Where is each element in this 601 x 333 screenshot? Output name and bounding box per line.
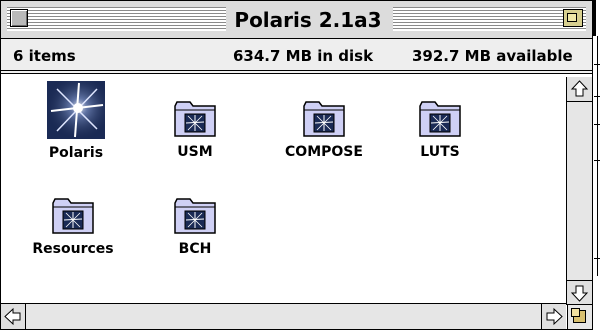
icon-label: LUTS	[420, 144, 460, 160]
title-bar[interactable]: Polaris 2.1a3	[1, 1, 592, 39]
folder-icon	[51, 195, 95, 239]
icon-label: Polaris	[48, 145, 104, 161]
close-box-button[interactable]	[10, 9, 28, 27]
polaris-app-icon	[47, 81, 105, 143]
background-window-border	[597, 36, 598, 276]
scroll-down-button[interactable]	[567, 280, 592, 305]
background-window-edge	[593, 0, 601, 332]
item-count: 6 items	[13, 47, 76, 65]
icon-view: Polaris USM COMPOSE LUTS Resources BCH	[1, 77, 566, 305]
icon-label: COMPOSE	[285, 144, 363, 160]
icon-item-usm[interactable]: USM	[140, 98, 250, 160]
icon-label: BCH	[178, 241, 212, 257]
icon-item-polaris[interactable]: Polaris	[21, 81, 131, 161]
background-window-titlebar-edge	[593, 0, 596, 36]
icon-item-luts[interactable]: LUTS	[385, 98, 495, 160]
folder-icon	[418, 98, 462, 142]
folder-icon	[173, 98, 217, 142]
disk-usage: 634.7 MB in disk	[233, 47, 374, 65]
icon-item-compose[interactable]: COMPOSE	[269, 98, 379, 160]
background-window-mark	[594, 160, 600, 161]
finder-window: Polaris 2.1a3 6 items 634.7 MB in disk 3…	[0, 0, 593, 330]
down-arrow-icon	[570, 285, 589, 302]
divider	[1, 70, 592, 71]
available-space: 392.7 MB available	[412, 47, 573, 65]
up-arrow-icon	[570, 80, 589, 97]
icon-label: USM	[177, 144, 213, 160]
scroll-up-button[interactable]	[567, 77, 592, 102]
folder-icon	[302, 98, 346, 142]
vertical-scrollbar[interactable]	[566, 77, 592, 305]
title-bar-stripes	[393, 7, 586, 31]
right-arrow-icon	[546, 307, 563, 326]
zoom-box-button[interactable]	[563, 9, 583, 27]
resize-box[interactable]	[567, 304, 592, 329]
background-window-mark	[594, 64, 600, 65]
title-bar-stripes	[7, 7, 232, 31]
horizontal-scrollbar[interactable]	[1, 303, 566, 329]
folder-icon	[173, 195, 217, 239]
window-title: Polaris 2.1a3	[226, 5, 390, 35]
icon-label: Resources	[32, 241, 114, 257]
icon-item-resources[interactable]: Resources	[18, 195, 128, 257]
background-window-mark	[594, 96, 600, 97]
left-arrow-icon	[4, 307, 21, 326]
scroll-right-button[interactable]	[541, 304, 566, 329]
info-bar: 6 items 634.7 MB in disk 392.7 MB availa…	[1, 39, 592, 74]
scroll-left-button[interactable]	[1, 304, 26, 329]
icon-item-bch[interactable]: BCH	[140, 195, 250, 257]
background-window-mark	[594, 258, 600, 259]
background-window-mark	[594, 124, 600, 125]
